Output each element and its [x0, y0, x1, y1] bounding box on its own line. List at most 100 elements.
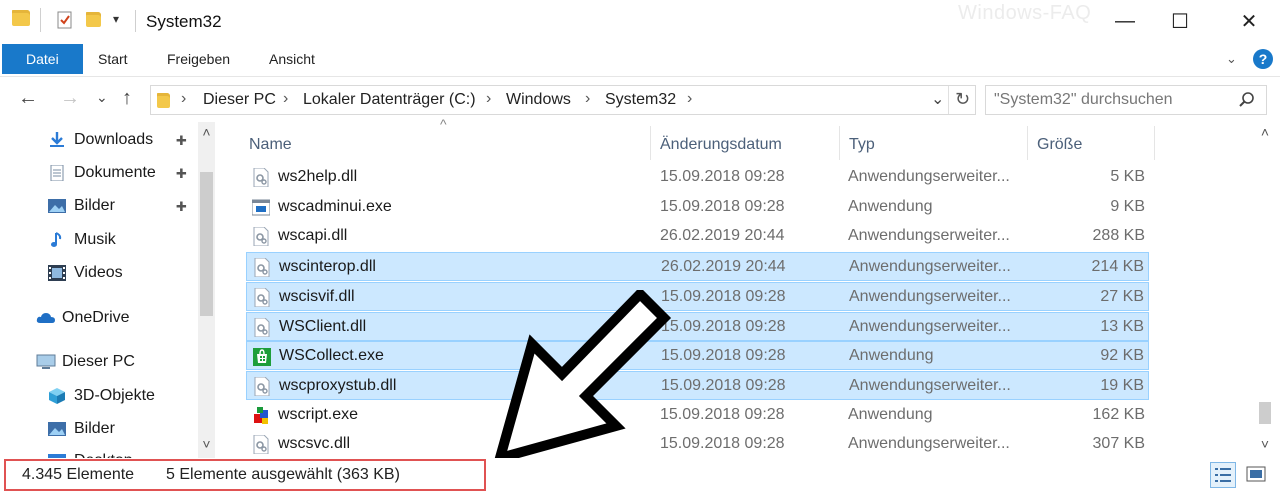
music-note-icon	[51, 232, 62, 247]
pictures-icon	[48, 199, 66, 213]
search-box[interactable]	[985, 85, 1267, 115]
file-type: Anwendungserweiter...	[849, 317, 1011, 335]
breadcrumb-separator[interactable]: ›	[687, 90, 692, 108]
file-list: ^ Name Änderungsdatum Typ Größe ws2help.…	[222, 116, 1280, 459]
column-header-type[interactable]: Typ	[849, 130, 875, 160]
sidebar-scrollbar[interactable]: ˄ ˅	[198, 122, 215, 458]
maximize-button[interactable]: ☐	[1149, 0, 1211, 42]
refresh-icon[interactable]: ↻	[955, 89, 970, 110]
sidebar-scroll-thumb[interactable]	[200, 172, 213, 316]
column-header-name[interactable]: Name	[249, 130, 292, 160]
recent-locations-button[interactable]: ⌄	[96, 89, 108, 106]
column-divider[interactable]	[839, 126, 840, 160]
table-row[interactable]: wscproxystub.dll 15.09.2018 09:28 Anwendun…	[246, 370, 1149, 400]
help-button[interactable]: ?	[1253, 49, 1273, 69]
quick-access-divider	[40, 8, 41, 32]
table-row[interactable]: WSClient.dll 15.09.2018 09:28 Anwendungser…	[246, 311, 1149, 341]
sidebar-item-label: 3D-Objekte	[74, 387, 155, 404]
column-divider[interactable]	[650, 126, 651, 160]
customize-quick-access-icon[interactable]: ▾	[113, 12, 119, 26]
folder-icon	[12, 10, 30, 26]
application-window-icon	[251, 198, 271, 217]
scroll-up-icon[interactable]: ˄	[1255, 124, 1275, 140]
file-size: 5 KB	[1110, 168, 1145, 185]
breadcrumb-lokaler-datentraeger[interactable]: Lokaler Datenträger (C:)	[303, 91, 476, 109]
breadcrumb-windows[interactable]: Windows	[506, 91, 571, 109]
properties-icon[interactable]	[56, 11, 74, 29]
back-button[interactable]: ←	[18, 87, 38, 110]
file-name: wscsvc.dll	[278, 435, 351, 453]
breadcrumb-dieser-pc[interactable]: Dieser PC	[203, 91, 276, 109]
large-icons-view-icon	[1246, 466, 1266, 482]
sidebar-item-label: Dokumente	[74, 164, 156, 181]
file-list-scrollbar[interactable]: ˄ ˅	[1255, 122, 1275, 458]
tab-freigeben[interactable]: Freigeben	[167, 44, 230, 74]
column-header-date[interactable]: Änderungsdatum	[660, 130, 782, 160]
table-row[interactable]: ws2help.dll 15.09.2018 09:28 Anwendungserw…	[246, 163, 1149, 192]
scroll-down-icon[interactable]: ˅	[1255, 436, 1275, 452]
breadcrumb-separator[interactable]: ›	[585, 90, 590, 108]
sidebar-item-label: Bilder	[74, 420, 115, 437]
address-row: ← → ⌄ ↑ › Dieser PC › Lokaler Datenträge…	[0, 76, 1280, 122]
table-row[interactable]: wscisvif.dll 15.09.2018 09:28 Anwendungser…	[246, 281, 1149, 311]
address-bar[interactable]: › Dieser PC › Lokaler Datenträger (C:) ›…	[150, 85, 976, 115]
table-row[interactable]: wscinterop.dll 26.02.2019 20:44 Anwendungs…	[246, 252, 1149, 282]
sidebar-item-label: Desktop	[74, 446, 133, 458]
file-date: 15.09.2018 09:28	[660, 405, 785, 423]
tab-start[interactable]: Start	[98, 44, 128, 74]
new-folder-icon[interactable]	[86, 12, 101, 27]
ribbon-expand-icon[interactable]: ⌄	[1226, 51, 1237, 67]
file-name: WSCollect.exe	[279, 347, 384, 365]
address-dropdown-icon[interactable]: ⌄	[931, 89, 944, 109]
scroll-down-icon[interactable]: ˅	[198, 436, 215, 452]
dll-file-icon	[253, 317, 271, 337]
column-divider[interactable]	[1154, 126, 1155, 160]
up-button[interactable]: ↑	[122, 87, 132, 110]
column-divider[interactable]	[1027, 126, 1028, 160]
file-type: Anwendungserweiter...	[848, 168, 1010, 185]
scroll-up-icon[interactable]: ˄	[198, 124, 215, 140]
address-divider	[948, 86, 949, 114]
pin-icon[interactable]: ✚	[176, 166, 187, 182]
pictures-icon	[48, 422, 66, 436]
table-row[interactable]: wscapi.dll 26.02.2019 20:44 Anwendungserwe…	[246, 222, 1149, 251]
sidebar-item-label: Dieser PC	[62, 353, 135, 370]
forward-button[interactable]: →	[60, 87, 80, 110]
details-view-button[interactable]	[1210, 462, 1236, 488]
title-bar: ▾ System32 Windows-FAQ — ☐ ✕	[0, 0, 1280, 42]
file-date: 15.09.2018 09:28	[660, 168, 785, 185]
close-button[interactable]: ✕	[1218, 0, 1280, 42]
file-date: 15.09.2018 09:28	[660, 435, 785, 453]
breadcrumb-separator[interactable]: ›	[283, 90, 288, 108]
pin-icon[interactable]: ✚	[176, 199, 187, 215]
film-icon	[48, 265, 66, 281]
file-list-scroll-thumb[interactable]	[1259, 402, 1271, 424]
table-row[interactable]: wscadminui.exe 15.09.2018 09:28 Anwendung 9…	[246, 193, 1149, 222]
dll-file-icon	[253, 376, 271, 397]
pin-icon[interactable]: ✚	[176, 133, 187, 149]
file-type: Anwendungserweiter...	[848, 227, 1010, 245]
breadcrumb-system32[interactable]: System32	[605, 91, 676, 109]
table-row[interactable]: wscript.exe 15.09.2018 09:28 Anwendung 162 …	[246, 401, 1149, 430]
sort-ascending-icon: ^	[440, 116, 447, 132]
breadcrumb-separator[interactable]: ›	[486, 90, 491, 108]
file-size: 27 KB	[1100, 287, 1144, 305]
file-size: 214 KB	[1091, 258, 1144, 276]
file-date: 15.09.2018 09:28	[660, 197, 785, 215]
computer-icon	[36, 354, 56, 369]
file-type: Anwendungserweiter...	[849, 376, 1011, 394]
search-icon[interactable]	[1238, 91, 1256, 109]
tab-datei[interactable]: Datei	[2, 44, 83, 74]
dll-file-icon	[252, 226, 270, 247]
search-input[interactable]	[994, 86, 1234, 114]
tab-ansicht[interactable]: Ansicht	[269, 44, 315, 74]
table-row[interactable]: wscsvc.dll 15.09.2018 09:28 Anwendungserwe…	[246, 430, 1149, 459]
file-type: Anwendung	[848, 405, 933, 423]
file-name: wscript.exe	[278, 405, 359, 423]
column-header-size[interactable]: Größe	[1037, 130, 1082, 160]
large-icons-view-button[interactable]	[1244, 462, 1270, 488]
breadcrumb-separator[interactable]: ›	[181, 90, 186, 108]
table-row[interactable]: WSCollect.exe 15.09.2018 09:28 Anwendung 92…	[246, 341, 1149, 371]
minimize-button[interactable]: —	[1094, 0, 1156, 42]
ribbon-tabs: Datei Start Freigeben Ansicht ⌄ ?	[0, 42, 1280, 76]
